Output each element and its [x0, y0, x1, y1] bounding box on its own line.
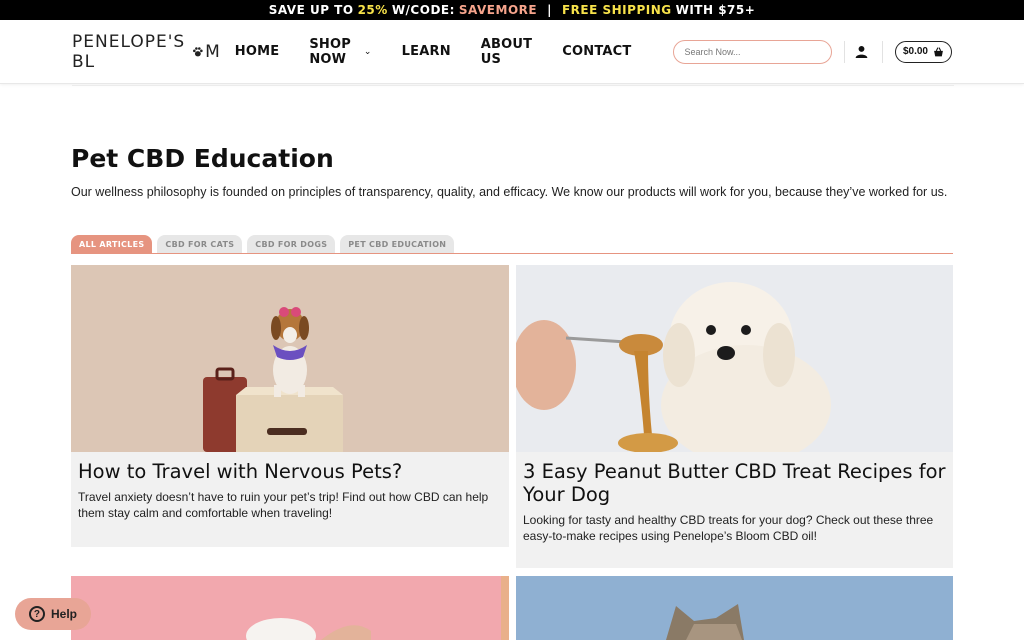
- help-button[interactable]: ? Help: [15, 598, 91, 630]
- site-header: PENELOPE'S BL M HOME SHOP NOW ⌄ LEARN ABO…: [0, 20, 1024, 84]
- article-card-4[interactable]: [516, 576, 953, 640]
- article-excerpt: Looking for tasty and healthy CBD treats…: [523, 513, 934, 543]
- nav-shop-now[interactable]: SHOP NOW ⌄: [309, 37, 371, 67]
- help-label: Help: [50, 607, 77, 621]
- promo-text-1: SAVE UP TO: [268, 3, 354, 17]
- nav-about-us[interactable]: ABOUT US: [481, 37, 532, 67]
- nav-shop-label: SHOP NOW: [309, 36, 351, 67]
- site-logo[interactable]: PENELOPE'S BL M: [72, 32, 221, 72]
- page-title: Pet CBD Education: [71, 144, 334, 173]
- chevron-down-icon: ⌄: [363, 46, 372, 57]
- article-image-4: [516, 576, 953, 640]
- filter-pet-cbd-education[interactable]: PET CBD EDUCATION: [340, 235, 455, 253]
- article-excerpt: Travel anxiety doesn’t have to ruin your…: [78, 490, 489, 520]
- main-nav: HOME SHOP NOW ⌄ LEARN ABOUT US CONTACT: [235, 37, 632, 67]
- paw-icon: [193, 46, 204, 56]
- filter-cbd-for-dogs[interactable]: CBD FOR DOGS: [247, 235, 336, 253]
- nav-about-label: ABOUT US: [480, 36, 533, 67]
- nav-home[interactable]: HOME: [235, 37, 280, 67]
- search-placeholder: Search Now...: [684, 46, 741, 57]
- promo-text-2: W/CODE:: [391, 3, 455, 17]
- promo-divider: |: [547, 3, 552, 17]
- promo-banner: SAVE UP TO 25% W/CODE: SAVEMORE | FREE S…: [0, 0, 1024, 20]
- search-input[interactable]: Search Now...: [673, 39, 832, 64]
- nav-learn[interactable]: LEARN: [402, 37, 451, 67]
- article-card-travel[interactable]: How to Travel with Nervous Pets? Travel …: [71, 265, 509, 547]
- article-image-dog-peanut-butter: [516, 265, 953, 452]
- account-button[interactable]: [845, 45, 878, 58]
- cart-button[interactable]: $0.00: [894, 40, 952, 63]
- nav-home-label: HOME: [234, 44, 280, 59]
- nav-learn-label: LEARN: [401, 44, 451, 59]
- category-filters: ALL ARTICLES CBD FOR CATS CBD FOR DOGS P…: [71, 235, 455, 253]
- filter-all-articles[interactable]: ALL ARTICLES: [71, 235, 153, 253]
- promo-percent: 25%: [357, 3, 388, 17]
- header-underline: [72, 85, 954, 86]
- logo-text-a: PENELOPE'S BL: [72, 31, 186, 72]
- article-card-peanut-butter[interactable]: 3 Easy Peanut Butter CBD Treat Recipes f…: [516, 265, 953, 568]
- promo-code: SAVEMORE: [458, 3, 538, 17]
- filter-cbd-for-cats[interactable]: CBD FOR CATS: [157, 235, 243, 253]
- promo-shipping: FREE SHIPPING: [561, 3, 672, 17]
- nav-contact[interactable]: CONTACT: [562, 37, 631, 67]
- page-description: Our wellness philosophy is founded on pr…: [71, 185, 948, 199]
- header-divider-2: [882, 40, 883, 63]
- promo-text-3: WITH $75+: [675, 3, 756, 17]
- article-image-dog-suitcase: [71, 265, 509, 452]
- nav-contact-label: CONTACT: [562, 44, 632, 59]
- article-title[interactable]: How to Travel with Nervous Pets?: [71, 452, 509, 483]
- filter-underline: [71, 253, 953, 254]
- article-image-3: [71, 576, 509, 640]
- cart-total: $0.00: [902, 46, 928, 57]
- article-title[interactable]: 3 Easy Peanut Butter CBD Treat Recipes f…: [516, 452, 953, 506]
- question-icon: ?: [28, 606, 45, 622]
- basket-icon: [934, 46, 943, 56]
- article-card-3[interactable]: [71, 576, 509, 640]
- user-icon: [855, 45, 868, 58]
- logo-text-b: M: [205, 41, 221, 62]
